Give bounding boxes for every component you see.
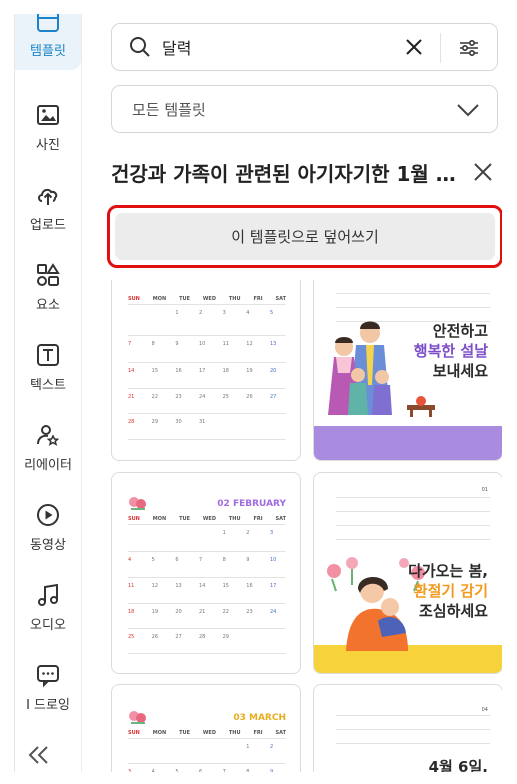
dropdown-selected-value: 모든 템플릿 [132,100,206,119]
sidebar-item-creator[interactable]: 리에이터 [15,410,81,484]
template-thumbnail-january-calendar[interactable]: SUN MON TUE WED THU FRI SAT 12345 7 8 9 10 11 12 13 … [111,280,301,461]
flower-icon [129,711,146,724]
search-bar [111,23,498,71]
sidebar-item-label: 리에이터 [24,457,72,473]
flower-icon [129,497,146,510]
template-icon [37,14,59,32]
main-panel: 모든 템플릿 건강과 가족이 관련된 아기자기한 1월 달력 이 템플릿으로 덮… [82,14,502,772]
sidebar-item-drawing[interactable]: I 드로잉 [15,650,81,724]
sidebar-item-label: 사진 [36,137,60,153]
apply-button-highlight: 이 템플릿으로 덮어쓰기 [107,205,502,268]
template-thumbnail-spring-cold-warning[interactable]: 01 다가오는 봄, 환절기 감기 조심하세요 [313,472,502,674]
calendar-weekday-header: SUN MON TUE WED THU FRI SAT [128,296,286,302]
sidebar-item-label: 텍스트 [30,377,66,393]
promo-text: 4월 6일, [428,758,488,772]
thumb-month-label: 01 [481,487,488,493]
template-thumbnail-march-calendar[interactable]: 03 MARCH SUN MON TUE WED THU FRI SAT 12 345678… [111,684,301,772]
template-thumbnail-february-calendar[interactable]: 02 FEBRUARY SUN MON TUE WED THU FRI SAT 123 45… [111,472,301,674]
template-title-row: 건강과 가족이 관련된 아기자기한 1월 달력 [111,154,498,190]
sidebar-item-label: 요소 [36,297,60,313]
promo-text: 안전하고 행복한 설날 보내세요 [413,322,488,380]
sidebar-item-label: 업로드 [30,217,66,233]
template-thumbnail-new-year-greeting[interactable]: 안전하고 행복한 설날 보내세요 [313,280,502,461]
sidebar-item-video[interactable]: 동영상 [15,490,81,564]
purple-footer [314,426,502,460]
sidebar-item-photos[interactable]: 사진 [15,90,81,164]
audio-icon [38,583,58,606]
creator-icon [37,424,60,446]
filter-settings-icon[interactable] [457,36,481,60]
table-icon [407,396,435,417]
search-divider [440,33,441,63]
chevron-down-icon [457,104,479,117]
elements-icon [37,262,60,286]
template-type-dropdown[interactable]: 모든 템플릿 [111,85,498,133]
text-icon [37,343,59,366]
promo-text: 다가오는 봄, 환절기 감기 조심하세요 [408,562,488,620]
video-icon [37,503,59,526]
search-icon [130,37,150,57]
sidebar-item-elements[interactable]: 요소 [15,250,81,324]
apply-template-button[interactable]: 이 템플릿으로 덮어쓰기 [115,213,495,260]
template-thumbnail-april-promo[interactable]: 04 4월 6일, [313,684,502,772]
calendar-month-title: 03 MARCH [233,713,286,723]
photo-icon [37,104,59,125]
calendar-month-title: 02 FEBRUARY [217,499,286,509]
template-grid: SUN MON TUE WED THU FRI SAT 12345 7 8 9 10 11 12 13 … [111,280,502,772]
sidebar-item-label: I 드로잉 [26,697,70,713]
sidebar-item-templates[interactable]: 템플릿 [15,14,81,70]
sidebar-item-text[interactable]: 텍스트 [15,330,81,404]
family-illustration [328,321,392,415]
sidebar-item-upload[interactable]: 업로드 [15,170,81,244]
sidebar-item-audio[interactable]: 오디오 [15,570,81,644]
search-input[interactable] [160,36,394,58]
template-title: 건강과 가족이 관련된 아기자기한 1월 달력 [111,161,456,186]
thumb-month-label: 04 [481,707,488,713]
sidebar: 템플릿 사진 업로드 요소 텍스트 리에이터 동영상 오디오 I 드로잉 [15,14,82,772]
close-icon[interactable] [470,159,496,185]
upload-icon [38,188,58,205]
collapse-sidebar-button[interactable] [25,742,53,768]
double-chevron-left-icon [28,746,48,764]
clear-search-icon[interactable] [403,36,425,58]
drawing-icon [37,664,59,687]
sidebar-item-label: 동영상 [30,537,66,553]
template-panel: 템플릿 사진 업로드 요소 텍스트 리에이터 동영상 오디오 I 드로잉 달력 … [14,14,502,772]
sidebar-item-label: 템플릿 [30,43,66,59]
sidebar-item-label: 오디오 [30,617,66,633]
